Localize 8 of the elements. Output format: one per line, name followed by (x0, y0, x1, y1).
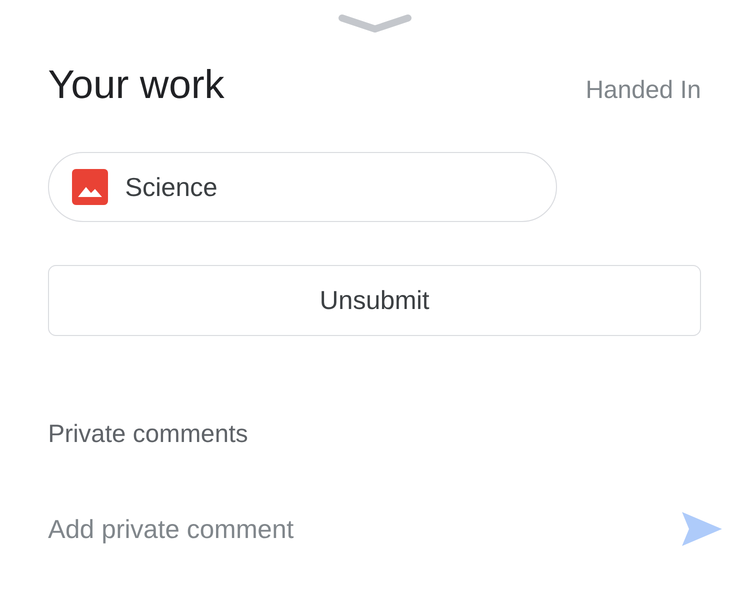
image-icon (72, 169, 108, 205)
chevron-down-icon[interactable] (338, 13, 412, 35)
section-title: Your work (48, 63, 224, 108)
unsubmit-button[interactable]: Unsubmit (48, 265, 701, 336)
status-label: Handed In (586, 76, 701, 105)
comments-heading: Private comments (48, 420, 250, 449)
attachment-chip[interactable]: Science (48, 152, 557, 222)
send-icon[interactable] (681, 511, 723, 547)
